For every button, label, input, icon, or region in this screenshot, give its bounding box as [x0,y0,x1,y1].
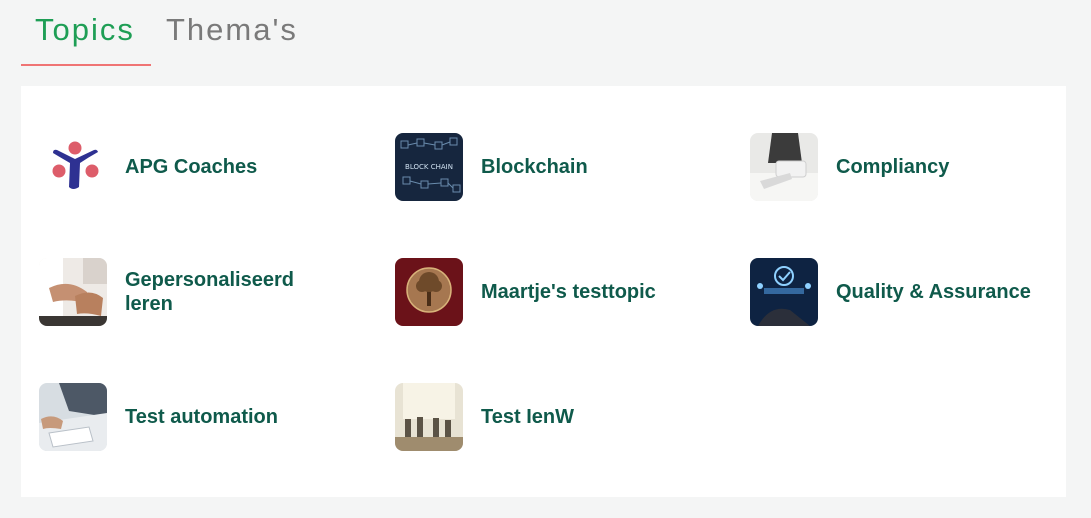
topic-quality-assurance[interactable]: Quality & Assurance [750,258,1051,326]
topic-apg-coaches[interactable]: APG Coaches [39,133,340,201]
topic-blockchain[interactable]: BLOCK CHAIN Blockchain [395,133,696,201]
topic-maartjes-testtopic[interactable]: Maartje's testtopic [395,258,696,326]
quality-assurance-image [750,258,818,326]
topic-title: Test automation [125,406,278,428]
topic-title: Blockchain [481,156,588,178]
topic-tabs: Topics Thema's [21,0,312,68]
topic-test-automation[interactable]: Test automation [39,383,340,451]
topics-card: APG Coaches BLOCK CHAIN Blockchain Compl… [21,86,1066,497]
topic-title: Quality & Assurance [836,281,1031,303]
topic-title: Maartje's testtopic [481,281,656,303]
tab-themas[interactable]: Thema's [151,0,312,66]
apg-logo-icon [39,133,107,201]
topic-title: Test IenW [481,406,574,428]
svg-text:BLOCK CHAIN: BLOCK CHAIN [405,163,453,171]
topic-title: Gepersonaliseerd leren [125,269,294,315]
test-automation-image [39,383,107,451]
topic-title: APG Coaches [125,156,258,178]
personalised-learning-image [39,258,107,326]
blockchain-image: BLOCK CHAIN [395,133,463,201]
compliancy-image [750,133,818,201]
topic-test-ienw[interactable]: Test IenW [395,383,696,451]
tab-topics[interactable]: Topics [21,0,151,66]
topic-gepersonaliseerd-leren[interactable]: Gepersonaliseerd leren [39,258,340,326]
topic-title: Compliancy [836,156,950,178]
meeting-room-image [395,383,463,451]
tree-emblem-image [395,258,463,326]
topic-compliancy[interactable]: Compliancy [750,133,1051,201]
